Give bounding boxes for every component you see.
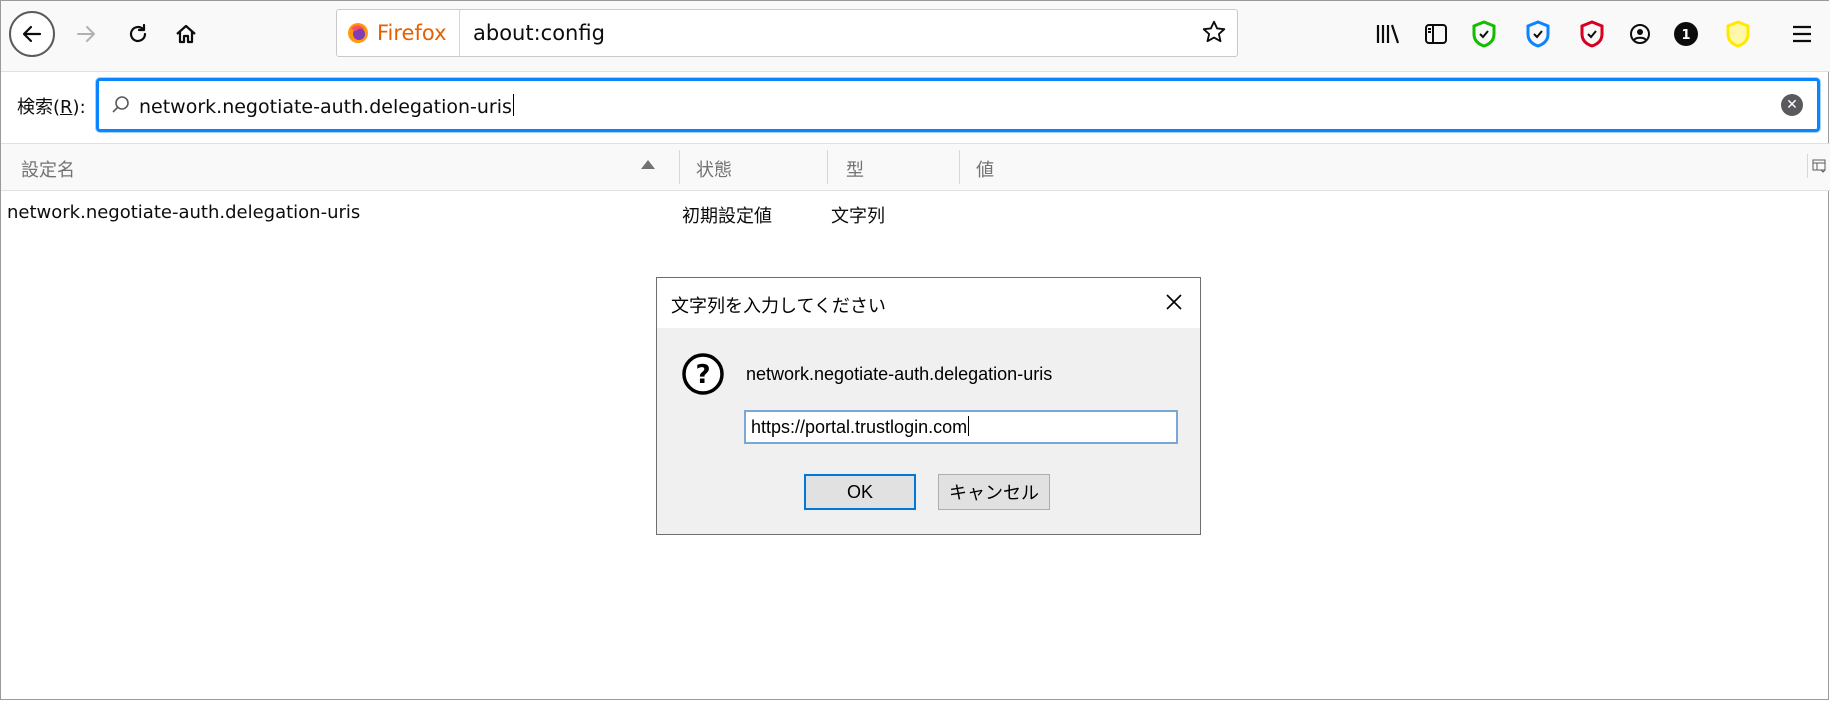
column-picker-button[interactable]	[1807, 154, 1830, 178]
dialog-close-button[interactable]	[1160, 288, 1188, 316]
identity-label: Firefox	[377, 21, 447, 45]
sidebar-icon	[1425, 24, 1447, 44]
extension-yellow-shield[interactable]	[1723, 19, 1753, 49]
close-icon: ✕	[1786, 97, 1798, 113]
menu-button[interactable]	[1787, 19, 1817, 49]
column-separator[interactable]	[827, 150, 828, 184]
string-prompt-dialog: 文字列を入力してください ? network.negotiate-auth.de…	[656, 277, 1201, 535]
search-label-accesskey: R	[60, 97, 73, 118]
library-icon	[1376, 24, 1400, 44]
shield-green-icon	[1472, 20, 1496, 48]
svg-text:1: 1	[1681, 28, 1690, 43]
url-bar[interactable]: Firefox about:config	[336, 9, 1238, 57]
library-button[interactable]	[1373, 19, 1403, 49]
dialog-title: 文字列を入力してください	[671, 296, 886, 316]
url-text[interactable]: about:config	[473, 21, 605, 45]
column-picker-icon	[1812, 159, 1826, 173]
table-row[interactable]: network.negotiate-auth.delegation-uris 初…	[1, 196, 1830, 230]
star-icon	[1202, 20, 1226, 43]
shield-blue-icon	[1526, 20, 1550, 48]
account-icon	[1630, 24, 1650, 44]
menu-icon	[1793, 25, 1811, 43]
password-manager-button[interactable]: 1	[1671, 19, 1701, 49]
column-name-header[interactable]: 設定名	[21, 156, 75, 182]
cancel-button[interactable]: キャンセル	[938, 474, 1050, 510]
firefox-logo-icon	[348, 23, 368, 43]
column-separator[interactable]	[679, 150, 680, 184]
bookmark-star-button[interactable]	[1201, 19, 1227, 49]
column-status-header[interactable]: 状態	[696, 156, 732, 182]
dialog-text-input[interactable]: https://portal.trustlogin.com	[744, 410, 1178, 444]
dialog-input-value: https://portal.trustlogin.com	[751, 417, 968, 437]
reload-icon	[129, 23, 147, 43]
navigation-toolbar: Firefox about:config 1	[1, 1, 1830, 72]
ok-button[interactable]: OK	[804, 474, 916, 510]
search-input[interactable]: network.negotiate-auth.delegation-uris ✕	[96, 78, 1820, 132]
question-icon: ?	[681, 352, 725, 396]
column-value-header[interactable]: 値	[976, 156, 994, 182]
extension-blue-shield[interactable]	[1523, 19, 1553, 49]
home-icon	[176, 24, 196, 44]
column-type-header[interactable]: 型	[846, 156, 864, 182]
browser-window: Firefox about:config 1 検索(R): network.ne…	[0, 0, 1830, 700]
column-header: 設定名 状態 型 値	[1, 143, 1830, 191]
forward-button[interactable]	[61, 9, 111, 59]
pref-name-cell: network.negotiate-auth.delegation-uris	[7, 202, 361, 223]
back-button[interactable]	[9, 11, 55, 57]
search-label: 検索(R):	[17, 97, 86, 118]
sort-ascending-icon	[641, 160, 655, 169]
dialog-message: network.negotiate-auth.delegation-uris	[746, 364, 1053, 384]
account-button[interactable]	[1625, 19, 1655, 49]
forward-icon	[77, 26, 95, 42]
reload-button[interactable]	[113, 9, 163, 59]
identity-box[interactable]: Firefox	[347, 10, 460, 56]
search-icon	[112, 96, 129, 113]
shield-yellow-icon	[1726, 20, 1750, 48]
svg-text:?: ?	[695, 360, 710, 390]
pref-status-cell: 初期設定値	[682, 206, 772, 227]
clear-search-button[interactable]: ✕	[1781, 94, 1803, 116]
extension-red-shield[interactable]	[1577, 19, 1607, 49]
back-icon	[22, 25, 42, 43]
pref-type-cell: 文字列	[831, 206, 885, 227]
column-separator[interactable]	[959, 150, 960, 184]
shield-red-icon	[1580, 20, 1604, 48]
home-button[interactable]	[161, 9, 211, 59]
dialog-titlebar[interactable]: 文字列を入力してください	[657, 278, 1200, 328]
extension-green-shield[interactable]	[1469, 19, 1499, 49]
badge-1-icon: 1	[1674, 22, 1698, 46]
close-icon	[1166, 294, 1182, 310]
sidebar-button[interactable]	[1421, 19, 1451, 49]
search-input-value: network.negotiate-auth.delegation-uris	[139, 96, 512, 118]
